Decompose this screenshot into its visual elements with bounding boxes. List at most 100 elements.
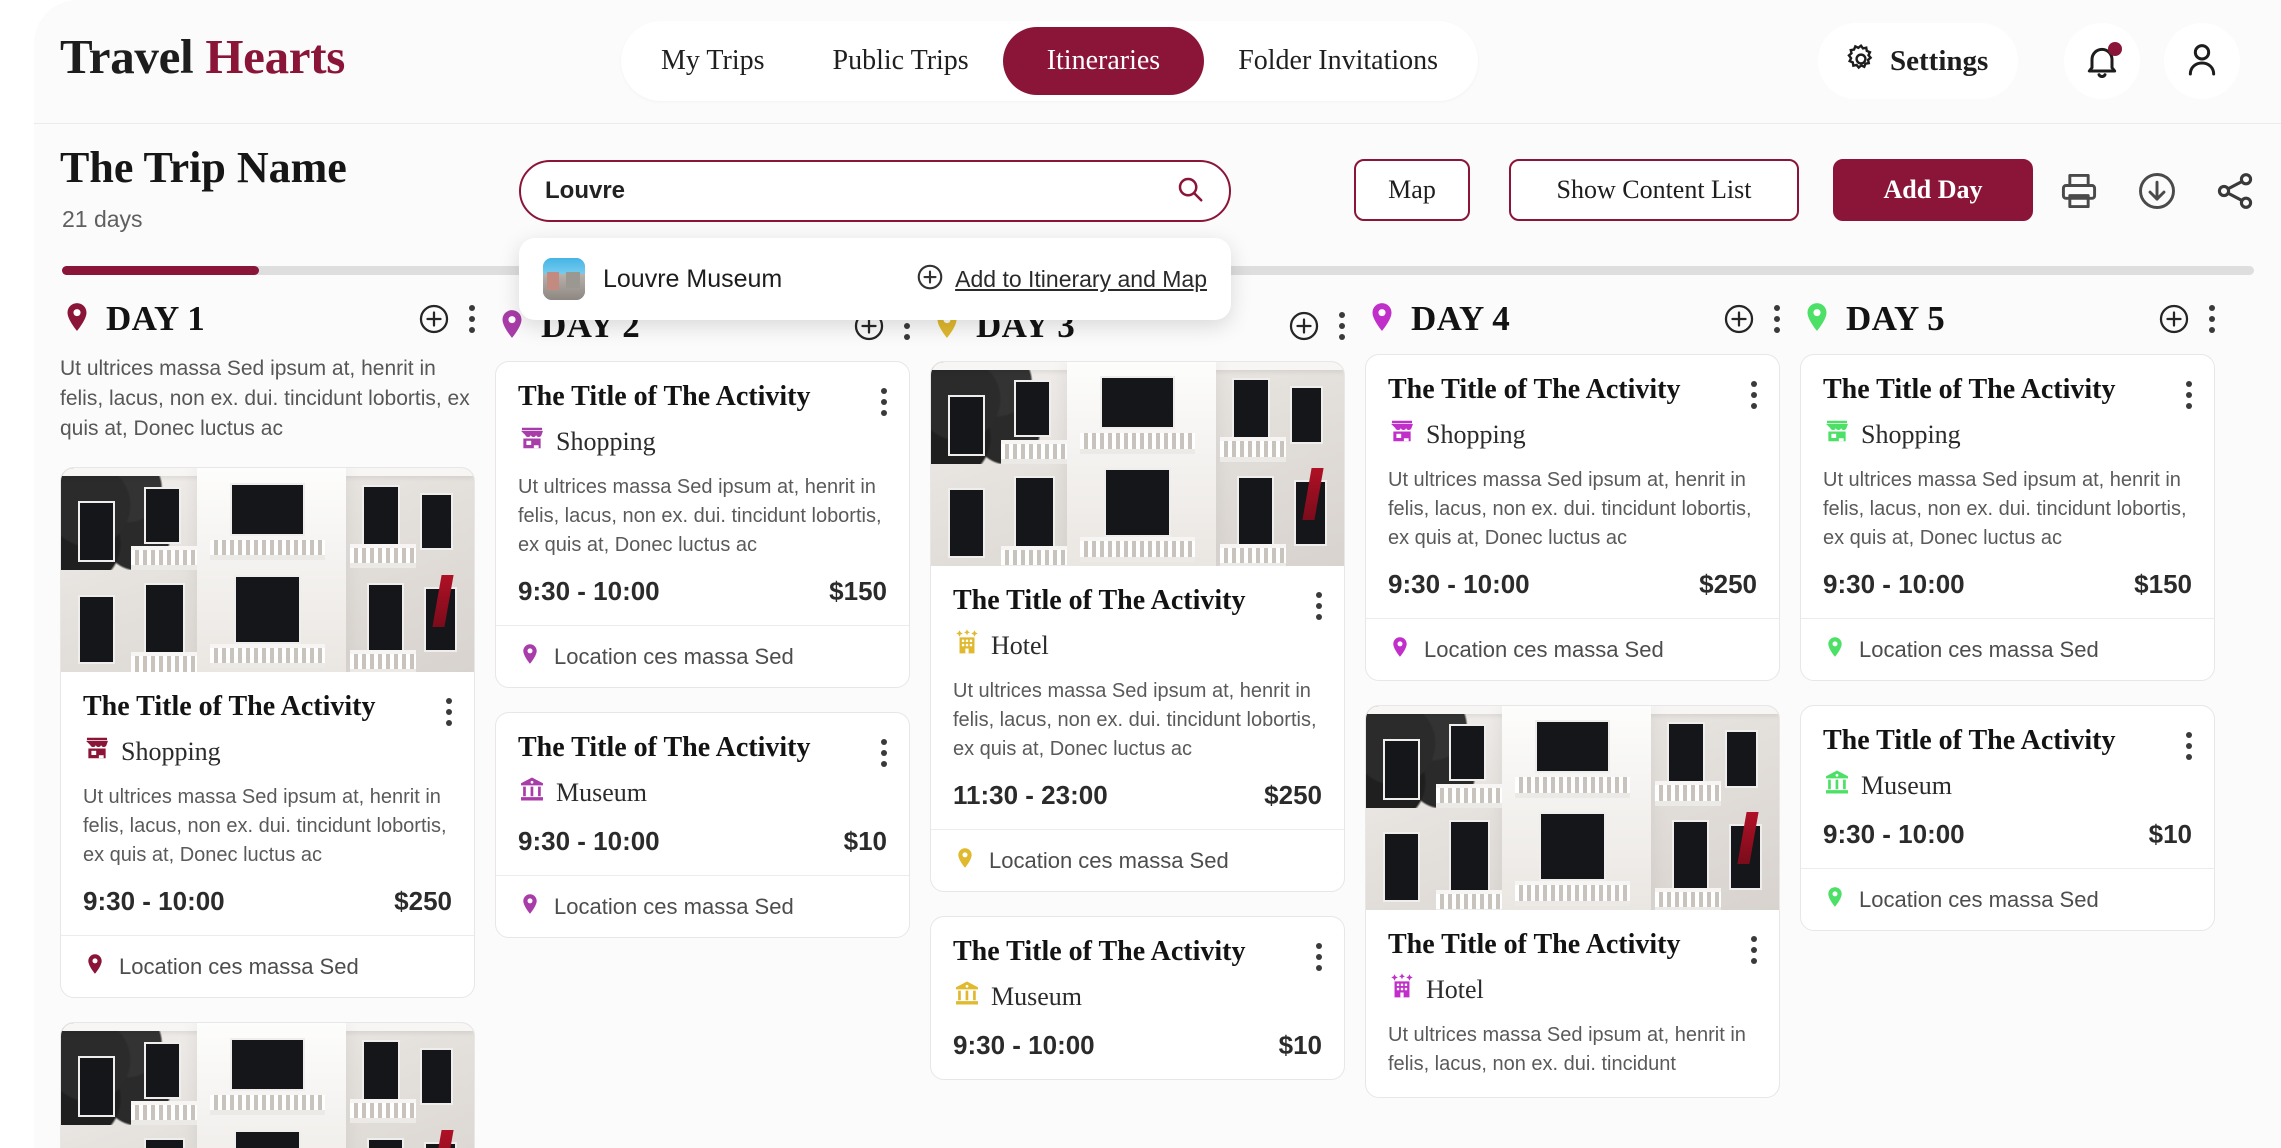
activity-meta: 9:30 - 10:00 $250 [83, 886, 452, 917]
activity-location-row[interactable]: Location ces massa Sed [1366, 618, 1779, 680]
activity-category: Hotel [953, 628, 1322, 663]
activity-location: Location ces massa Sed [1859, 636, 2099, 662]
activity-photo [61, 1023, 474, 1148]
search-input[interactable] [545, 177, 1175, 205]
activity-photo-wrap [1366, 706, 1779, 910]
search-icon[interactable] [1175, 174, 1205, 209]
search-bar[interactable] [519, 160, 1231, 222]
activity-category-label: Shopping [121, 736, 221, 766]
add-activity-icon[interactable] [1722, 302, 1756, 336]
card-menu-icon[interactable] [2186, 732, 2192, 760]
card-menu-icon[interactable] [1316, 943, 1322, 971]
activity-category: Shopping [1388, 417, 1757, 452]
activity-location: Location ces massa Sed [989, 847, 1229, 873]
activity-card[interactable]: The Title of The Activity Museum 9:30 - 10… [495, 712, 910, 938]
activity-meta: 9:30 - 10:00 $10 [953, 1030, 1322, 1061]
activity-location-row[interactable]: Location ces massa Sed [931, 829, 1344, 891]
day-menu-icon[interactable] [1327, 312, 1345, 340]
activity-category-label: Hotel [1426, 974, 1484, 1004]
activity-card-body: The Title of The Activity Museum 9:30 - 10… [931, 917, 1344, 1079]
add-activity-icon[interactable] [417, 302, 451, 336]
activity-location-row[interactable]: Location ces massa Sed [1801, 868, 2214, 930]
day-menu-icon[interactable] [2197, 305, 2215, 333]
activity-category: Hotel [1388, 972, 1757, 1007]
museum-icon [953, 979, 981, 1014]
add-activity-icon[interactable] [2157, 302, 2191, 336]
card-menu-icon[interactable] [446, 698, 452, 727]
page-title: The Trip Name [60, 143, 347, 192]
activity-meta: 9:30 - 10:00 $10 [1823, 819, 2192, 850]
activity-location: Location ces massa Sed [119, 953, 359, 979]
activity-photo [931, 362, 1344, 566]
activity-card[interactable]: The Title of The Activity Shopping Ut ultr… [495, 361, 910, 688]
activity-title: The Title of The Activity [518, 732, 811, 763]
activity-card[interactable]: The Title of The Activity Museum 9:30 - 10… [1800, 705, 2215, 931]
activity-location-row[interactable]: Location ces massa Sed [496, 875, 909, 937]
activity-price: $150 [2134, 569, 2192, 599]
nav-tab-public-trips[interactable]: Public Trips [799, 29, 1003, 93]
map-button[interactable]: Map [1354, 159, 1470, 221]
nav-tab-my-trips[interactable]: My Trips [627, 29, 799, 93]
activity-description: Ut ultrices massa Sed ipsum at, henrit i… [1388, 1024, 1746, 1075]
plus-circle-icon [915, 262, 945, 297]
activity-card[interactable]: The Title of The Activity Shopping Ut ultr… [1365, 354, 1780, 681]
activity-card[interactable]: The Title of The ActivityHotel [60, 1022, 475, 1148]
activity-category-label: Shopping [556, 426, 656, 456]
app-frame: Travel Hearts My Trips Public Trips Itiner… [34, 0, 2281, 1148]
day-menu-icon[interactable] [457, 305, 475, 333]
shop-icon [1823, 417, 1851, 452]
day-column-4: DAY 4 The Title of The Activity Shopping Ut… [1365, 296, 1780, 1148]
activity-card[interactable]: The Title of The Activity Shopping Ut ultr… [1800, 354, 2215, 681]
activity-title: The Title of The Activity [1388, 929, 1681, 960]
activity-title: The Title of The Activity [953, 585, 1246, 616]
activity-card[interactable]: The Title of The Activity Shopping Ut ultr… [60, 467, 475, 999]
activity-description: Ut ultrices massa Sed ipsum at, henrit i… [1823, 469, 2187, 549]
share-icon[interactable] [2212, 168, 2258, 214]
notifications-button[interactable] [2064, 23, 2140, 99]
card-menu-icon[interactable] [881, 739, 887, 767]
card-menu-icon[interactable] [881, 388, 887, 416]
activity-location-row[interactable]: Location ces massa Sed [496, 625, 909, 687]
location-pin-icon [1823, 885, 1847, 914]
add-to-itinerary-button[interactable]: Add to Itinerary and Map [915, 262, 1207, 297]
day-pin-icon [60, 300, 94, 339]
user-account-button[interactable] [2164, 23, 2240, 99]
nav-tab-itineraries[interactable]: Itineraries [1002, 27, 1205, 95]
card-menu-icon[interactable] [2186, 381, 2192, 409]
activity-price: $10 [843, 826, 887, 856]
settings-button[interactable]: Settings [1818, 23, 2019, 99]
hotel-icon [1388, 972, 1416, 1007]
card-menu-icon[interactable] [1751, 381, 1757, 409]
activity-description: Ut ultrices massa Sed ipsum at, henrit i… [83, 786, 447, 867]
activity-location: Location ces massa Sed [1424, 636, 1664, 662]
activity-location-row[interactable]: Location ces massa Sed [1801, 618, 2214, 680]
activity-category: Shopping [83, 734, 452, 769]
activity-card[interactable]: The Title of The Activity Hotel Ut ultrice… [930, 361, 1345, 892]
location-pin-icon [518, 892, 542, 921]
activity-card-body: The Title of The Activity Shopping Ut ultr… [1366, 355, 1779, 618]
activity-card[interactable]: The Title of The Activity Hotel Ut ultrice… [1365, 705, 1780, 1098]
shop-icon [83, 734, 111, 769]
nav-tab-folder-invitations[interactable]: Folder Invitations [1204, 29, 1472, 93]
location-pin-icon [953, 846, 977, 875]
activity-meta: 9:30 - 10:00 $150 [1823, 569, 2192, 600]
card-menu-icon[interactable] [1316, 592, 1322, 620]
show-content-list-button[interactable]: Show Content List [1509, 159, 1799, 221]
brand-logo[interactable]: Travel Hearts [60, 28, 345, 85]
add-activity-icon[interactable] [1287, 309, 1321, 343]
activity-card[interactable]: The Title of The Activity Museum 9:30 - 10… [930, 916, 1345, 1080]
activity-location-row[interactable]: Location ces massa Sed [61, 935, 474, 997]
card-menu-icon[interactable] [1751, 936, 1757, 964]
activity-price: $150 [829, 576, 887, 606]
day-menu-icon[interactable] [1762, 305, 1780, 333]
download-icon[interactable] [2134, 168, 2180, 214]
add-day-button[interactable]: Add Day [1833, 159, 2033, 221]
activity-category-label: Shopping [1426, 419, 1526, 449]
print-icon[interactable] [2056, 168, 2102, 214]
day-column-5: DAY 5 The Title of The Activity Shopping Ut… [1800, 296, 2215, 1148]
activity-location: Location ces massa Sed [554, 893, 794, 919]
hotel-icon [953, 628, 981, 663]
activity-time: 9:30 - 10:00 [1823, 569, 1965, 599]
activity-description: Ut ultrices massa Sed ipsum at, henrit i… [1388, 469, 1752, 549]
activity-meta: 9:30 - 10:00 $150 [518, 576, 887, 607]
